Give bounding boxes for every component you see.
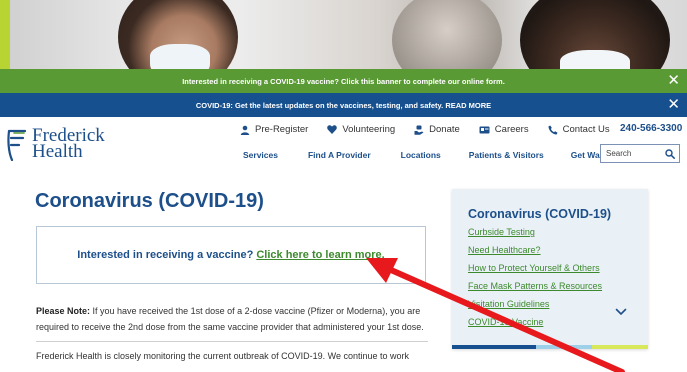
nav-contact-us[interactable]: Contact Us xyxy=(548,124,610,135)
sidebar-link-visitation-guidelines[interactable]: Visitation Guidelines xyxy=(468,297,602,315)
search-input[interactable] xyxy=(601,145,661,162)
covid-updates-banner[interactable]: COVID-19: Get the latest updates on the … xyxy=(0,93,687,117)
nav-donate-label[interactable]: Donate xyxy=(429,124,460,135)
sidebar-title: Coronavirus (COVID-19) xyxy=(468,207,612,221)
frederick-health-logo[interactable]: Frederick Health xyxy=(6,126,105,162)
page-title: Coronavirus (COVID-19) xyxy=(35,190,264,212)
hero-person-middle xyxy=(392,0,502,69)
main-nav: Services Find A Provider Locations Patie… xyxy=(243,150,638,160)
content-divider xyxy=(36,341,428,342)
dose-note-text: If you have received the 1st dose of a 2… xyxy=(36,306,424,332)
phone-number[interactable]: 240-566-3300 xyxy=(620,123,682,134)
nav-pre-register-label[interactable]: Pre-Register xyxy=(255,124,308,135)
sidebar-accent-bar-yellow xyxy=(592,345,648,349)
hero-mask-right xyxy=(560,50,630,69)
sidebar-link-face-mask-patterns[interactable]: Face Mask Patterns & Resources xyxy=(468,279,602,297)
utility-nav: Pre-Register Volunteering Donate Careers… xyxy=(240,124,629,135)
sidebar-link-protect-yourself[interactable]: How to Protect Yourself & Others xyxy=(468,261,602,279)
logo-mark-icon xyxy=(7,129,26,161)
covid-sidebar: Coronavirus (COVID-19) Curbside Testing … xyxy=(452,189,648,349)
vaccine-form-banner[interactable]: Interested in receiving a COVID-19 vacci… xyxy=(0,69,687,93)
sidebar-link-curbside-testing[interactable]: Curbside Testing xyxy=(468,225,602,243)
hero-accent-stripe xyxy=(0,0,10,69)
id-card-icon xyxy=(479,126,490,133)
sidebar-accent-bar-light-blue xyxy=(536,345,592,349)
vaccine-learn-more-link[interactable]: Click here to learn more. xyxy=(256,249,384,261)
main-nav-locations[interactable]: Locations xyxy=(401,150,441,160)
search-box[interactable] xyxy=(600,144,680,163)
nav-contact-us-label[interactable]: Contact Us xyxy=(563,124,610,135)
heart-icon xyxy=(327,125,338,134)
person-icon xyxy=(240,125,250,135)
vaccine-callout: Interested in receiving a vaccine? Click… xyxy=(36,226,426,284)
hero-mask-left xyxy=(150,44,210,69)
sidebar-link-need-healthcare[interactable]: Need Healthcare? xyxy=(468,243,602,261)
intro-paragraph: Frederick Health is closely monitoring t… xyxy=(36,351,409,361)
close-blue-banner-icon[interactable]: ✕ xyxy=(667,96,680,114)
hand-icon xyxy=(414,125,424,135)
chevron-down-icon[interactable] xyxy=(615,308,627,316)
phone-icon xyxy=(548,125,558,134)
main-nav-find-a-provider[interactable]: Find A Provider xyxy=(308,150,371,160)
main-nav-patients-visitors[interactable]: Patients & Visitors xyxy=(469,150,544,160)
sidebar-accent-bar-blue xyxy=(452,345,536,349)
dose-note: Please Note: If you have received the 1s… xyxy=(36,303,431,335)
covid-updates-banner-text[interactable]: COVID-19: Get the latest updates on the … xyxy=(196,101,491,110)
sidebar-links: Curbside Testing Need Healthcare? How to… xyxy=(468,225,602,333)
hero-image xyxy=(0,0,687,69)
main-nav-services[interactable]: Services xyxy=(243,150,278,160)
vaccine-callout-prompt: Interested in receiving a vaccine? xyxy=(77,249,254,261)
vaccine-form-banner-text[interactable]: Interested in receiving a COVID-19 vacci… xyxy=(182,77,505,86)
close-green-banner-icon[interactable]: ✕ xyxy=(667,72,680,90)
sidebar-link-covid-vaccine[interactable]: COVID-19 Vaccine xyxy=(468,315,602,333)
dose-note-label: Please Note: xyxy=(36,306,91,316)
logo-wordmark: Frederick Health xyxy=(32,126,105,162)
nav-careers-label[interactable]: Careers xyxy=(495,124,529,135)
nav-volunteering-label[interactable]: Volunteering xyxy=(342,124,395,135)
nav-pre-register[interactable]: Pre-Register xyxy=(240,124,308,135)
logo-line-2: Health xyxy=(32,141,83,162)
nav-volunteering[interactable]: Volunteering xyxy=(327,124,395,135)
nav-donate[interactable]: Donate xyxy=(414,124,460,135)
nav-careers[interactable]: Careers xyxy=(479,124,529,135)
search-icon[interactable] xyxy=(665,148,675,159)
